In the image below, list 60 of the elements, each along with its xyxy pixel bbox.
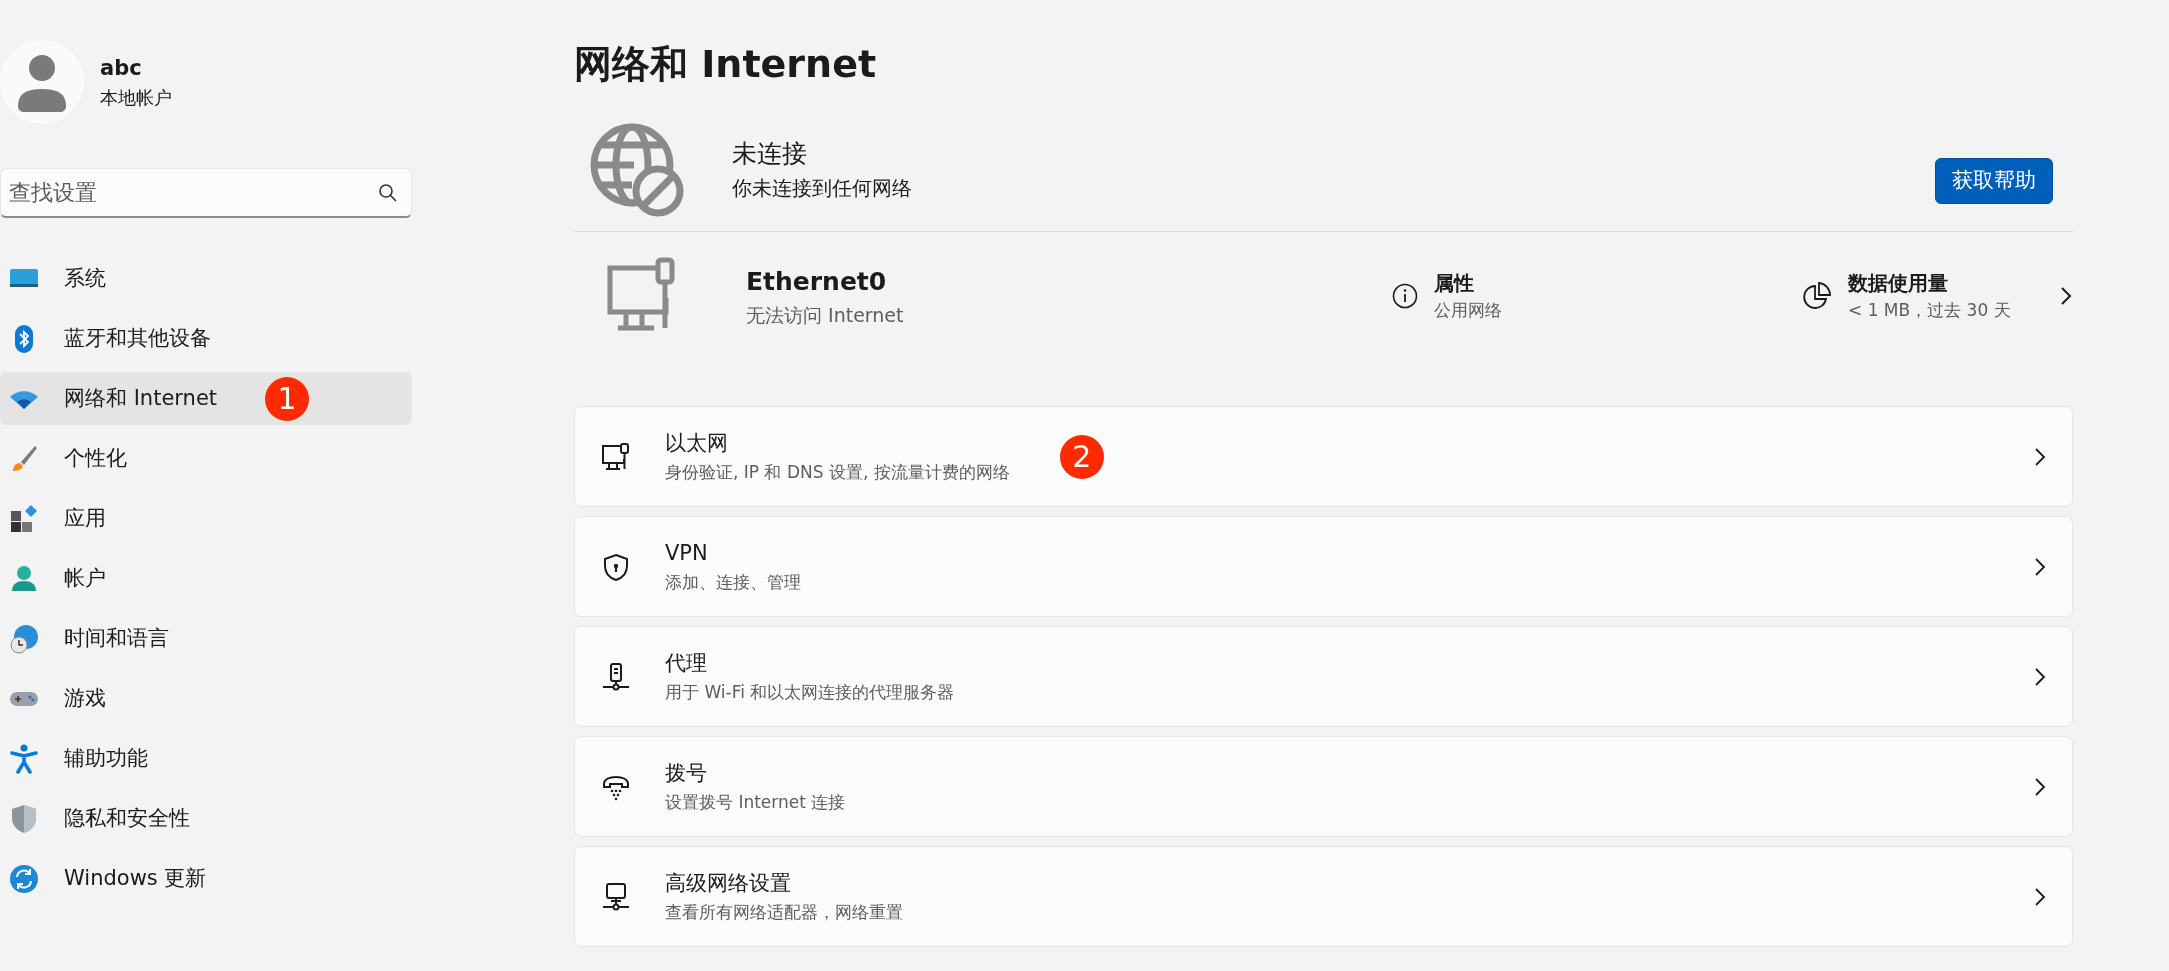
sidebar-item[interactable]: 帐户 <box>0 552 412 605</box>
data-usage-value: < 1 MB，过去 30 天 <box>1848 299 2012 323</box>
setting-title: VPN <box>665 540 709 567</box>
chevron-right-icon <box>2034 666 2046 687</box>
sidebar-item[interactable]: 游戏 <box>0 672 412 725</box>
properties-title[interactable]: 属性 <box>1434 268 1502 299</box>
sidebar-item[interactable]: 蓝牙和其他设备 <box>0 312 412 365</box>
sidebar-item[interactable]: 网络和 Internet 1 <box>0 372 412 425</box>
settings-card[interactable]: 高级网络设置 查看所有网络适配器，网络重置 <box>574 846 2073 947</box>
settings-card[interactable]: VPN 添加、连接、管理 <box>574 516 2073 617</box>
search-icon <box>378 183 398 203</box>
step-badge: 1 <box>265 376 310 421</box>
setting-title: 代理 <box>665 650 708 677</box>
adapter-name: Ethernet0 <box>746 266 888 298</box>
globe-clock-icon <box>8 622 40 655</box>
sidebar-item[interactable]: 个性化 <box>0 432 412 485</box>
sidebar-item[interactable]: 系统 <box>0 252 412 305</box>
user-name: abc <box>100 54 143 82</box>
search-field[interactable]: 查找设置 <box>0 168 412 218</box>
sidebar-item[interactable]: 辅助功能 <box>0 732 412 785</box>
sidebar-item[interactable]: Windows 更新 <box>0 852 412 905</box>
info-icon <box>1392 283 1418 309</box>
settings-card[interactable]: 以太网 身份验证, IP 和 DNS 设置, 按流量计费的网络 2 <box>574 406 2073 507</box>
network-computer-icon <box>601 881 631 912</box>
sidebar-item[interactable]: 时间和语言 <box>0 612 412 665</box>
sidebar-item[interactable]: 隐私和安全性 <box>0 792 412 845</box>
adapter-status: 无法访问 Internet <box>746 302 905 328</box>
user-avatar-icon <box>0 40 84 124</box>
chevron-right-icon <box>2034 886 2046 907</box>
chevron-right-icon <box>2059 285 2073 307</box>
chevron-right-icon <box>2034 446 2046 467</box>
server-network-icon <box>601 661 631 692</box>
sync-icon <box>8 862 40 895</box>
pie-chart-icon <box>1802 281 1832 311</box>
apps-icon <box>8 502 40 535</box>
setting-description: 设置拨号 Internet 连接 <box>665 790 846 814</box>
help-button[interactable]: 获取帮助 <box>1935 158 2053 204</box>
page-title: 网络和 Internet <box>574 41 878 88</box>
status-subtitle: 你未连接到任何网络 <box>732 174 913 202</box>
setting-description: 身份验证, IP 和 DNS 设置, 按流量计费的网络 <box>665 460 1010 484</box>
properties-value: 公用网络 <box>1434 299 1502 323</box>
step-badge: 2 <box>1059 434 1104 479</box>
status-title: 未连接 <box>732 138 808 171</box>
account-type: 本地帐户 <box>100 86 172 111</box>
setting-title: 以太网 <box>665 430 729 457</box>
accessibility-icon <box>8 742 40 775</box>
setting-description: 用于 Wi-Fi 和以太网连接的代理服务器 <box>665 680 955 704</box>
settings-card[interactable]: 代理 用于 Wi-Fi 和以太网连接的代理服务器 <box>574 626 2073 727</box>
sidebar-item[interactable]: 应用 <box>0 492 412 545</box>
setting-title: 拨号 <box>665 760 708 787</box>
setting-description: 查看所有网络适配器，网络重置 <box>665 900 903 924</box>
ethernet-computer-icon <box>601 441 631 472</box>
chevron-right-icon <box>2034 776 2046 797</box>
setting-title: 高级网络设置 <box>665 870 792 897</box>
data-usage-title[interactable]: 数据使用量 <box>1848 268 2043 299</box>
shield-lock-icon <box>601 551 631 582</box>
globe-blocked-icon <box>588 121 684 217</box>
setting-description: 添加、连接、管理 <box>665 570 801 594</box>
settings-card[interactable]: 拨号 设置拨号 Internet 连接 <box>574 736 2073 837</box>
chevron-right-icon <box>2034 556 2046 577</box>
